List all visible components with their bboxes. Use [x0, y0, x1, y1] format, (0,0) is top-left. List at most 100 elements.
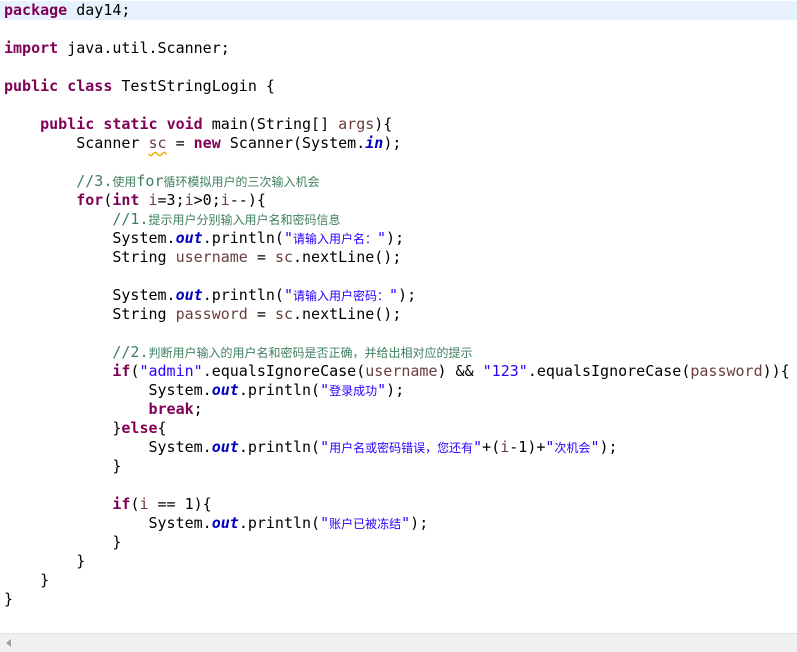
code-token: .println(: [202, 229, 284, 247]
code-token: .nextLine();: [293, 305, 402, 323]
code-token: out: [211, 381, 239, 399]
code-token: i: [184, 191, 194, 209]
code-line[interactable]: for(int i=3;i>0;i--){: [4, 191, 266, 210]
scroll-left-arrow-icon[interactable]: [6, 639, 11, 647]
code-token: i: [148, 191, 158, 209]
code-token: args: [338, 115, 375, 133]
code-line[interactable]: public class TestStringLogin {: [4, 77, 275, 96]
code-token: }: [4, 571, 50, 589]
code-token: 请输入用户密码：: [293, 289, 390, 303]
horizontal-scrollbar[interactable]: [0, 633, 797, 652]
code-token: .println(: [238, 381, 321, 399]
code-line[interactable]: String username = sc.nextLine();: [4, 248, 401, 267]
code-token: 用户名或密码错误，您还有: [329, 441, 474, 455]
code-line[interactable]: String password = sc.nextLine();: [4, 305, 401, 324]
code-token: ": [401, 514, 411, 532]
code-token: }: [4, 457, 122, 475]
code-line[interactable]: if(i == 1){: [4, 495, 211, 514]
code-line[interactable]: System.out.println("用户名或密码错误，您还有"+(i-1)+…: [4, 438, 618, 457]
code-token: .equalsIgnoreCase(: [527, 362, 691, 380]
code-line[interactable]: import java.util.Scanner;: [4, 39, 230, 58]
code-token: password: [690, 362, 763, 380]
code-line[interactable]: System.out.println("登录成功");: [4, 381, 404, 400]
code-token: //3.: [76, 172, 113, 190]
code-token: );: [599, 438, 618, 456]
code-token: {: [157, 419, 167, 437]
code-token: ": [283, 286, 293, 304]
code-token: class: [67, 77, 113, 95]
code-token: ": [320, 438, 330, 456]
code-token: out: [211, 514, 239, 532]
code-token: username: [365, 362, 438, 380]
code-line[interactable]: public static void main(String[] args){: [4, 115, 392, 134]
code-token: --){: [229, 191, 266, 209]
code-token: );: [398, 286, 417, 304]
code-token: +(: [482, 438, 501, 456]
code-token: i: [220, 191, 230, 209]
code-token: );: [386, 229, 405, 247]
code-token: for: [136, 172, 164, 190]
code-token: sc: [274, 248, 293, 266]
code-line[interactable]: System.out.println("账户已被冻结");: [4, 514, 428, 533]
code-token: 请输入用户名：: [293, 232, 378, 246]
code-line[interactable]: //1.提示用户分别输入用户名和密码信息: [4, 210, 340, 229]
code-token: System.: [4, 229, 176, 247]
code-token: if: [112, 495, 131, 513]
code-token: if: [112, 362, 131, 380]
code-line[interactable]: //2.判断用户输入的用户名和密码是否正确，并给出相对应的提示: [4, 343, 472, 362]
code-line[interactable]: }: [4, 552, 85, 571]
code-token: }: [4, 552, 86, 570]
code-token: java.util.Scanner;: [58, 39, 230, 57]
code-line[interactable]: break;: [4, 400, 203, 419]
code-token: public: [40, 115, 95, 133]
code-token: ": [320, 514, 330, 532]
code-line[interactable]: //3.使用for循环模拟用户的三次输入机会: [4, 172, 320, 191]
code-editor[interactable]: package day14; import java.util.Scanner; p…: [0, 0, 797, 633]
code-line[interactable]: }: [4, 457, 121, 476]
code-line[interactable]: System.out.println("请输入用户名：");: [4, 229, 404, 248]
code-token: String: [4, 305, 176, 323]
code-token: new: [193, 134, 221, 152]
code-line[interactable]: if("admin".equalsIgnoreCase(username) &&…: [4, 362, 789, 381]
code-token: System.: [4, 438, 212, 456]
code-token: ": [377, 381, 387, 399]
code-token: );: [410, 514, 429, 532]
code-token: 账户已被冻结: [329, 517, 402, 531]
code-token: void: [166, 115, 203, 133]
code-token: int: [112, 191, 140, 209]
code-token: }: [4, 533, 122, 551]
code-token: }: [4, 419, 122, 437]
code-line[interactable]: }else{: [4, 419, 167, 438]
code-token: 使用: [112, 175, 137, 189]
code-token: -1)+: [509, 438, 546, 456]
code-token: System.: [4, 514, 212, 532]
code-line[interactable]: }: [4, 571, 49, 590]
code-line[interactable]: }: [4, 590, 13, 609]
code-token: 登录成功: [329, 384, 378, 398]
code-token: sc: [274, 305, 293, 323]
code-token: }: [4, 590, 14, 608]
code-token: 循环模拟用户的三次输入机会: [163, 175, 320, 189]
code-token: =: [247, 305, 275, 323]
code-token: static: [103, 115, 158, 133]
code-token: out: [211, 438, 239, 456]
code-token: .println(: [238, 514, 321, 532]
code-line[interactable]: System.out.println("请输入用户密码：");: [4, 286, 416, 305]
code-token: .println(: [238, 438, 321, 456]
code-token: System.: [4, 286, 176, 304]
code-token: sc: [148, 134, 167, 152]
code-line[interactable]: }: [4, 533, 121, 552]
code-line[interactable]: Scanner sc = new Scanner(System.in);: [4, 134, 401, 153]
code-token: System.: [4, 381, 212, 399]
code-token: ": [389, 286, 399, 304]
code-token: "123": [482, 362, 528, 380]
code-token: ": [377, 229, 387, 247]
current-code-line[interactable]: package day14;: [0, 1, 797, 20]
